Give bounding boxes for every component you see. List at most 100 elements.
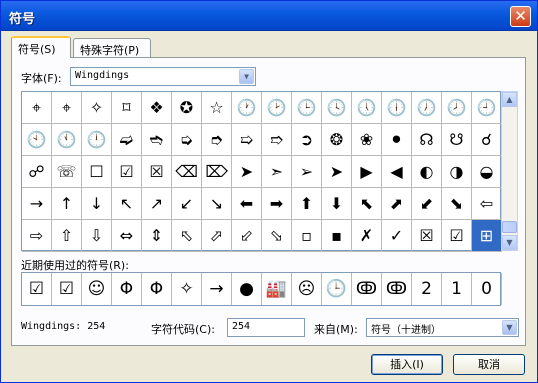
symbol-cell[interactable]: ➤ [322,156,352,188]
symbol-cell[interactable]: 🕒 [292,92,322,124]
recent-symbol-cell[interactable]: ☑ [52,273,82,305]
symbol-cell[interactable]: ➲ [292,124,322,156]
recent-symbol-cell[interactable]: ↂ [382,273,412,305]
symbol-cell[interactable]: ➱ [262,124,292,156]
symbol-grid[interactable]: ⌖ ⌖ ✧ ⌑ ❖ ✪ ☆ 🕐 🕑 🕒 🕓 🕔 🕕 🕖 🕗 🕘 🕙 🕚 🕛 ➫ ➬ ➭ ➮ ➯ ➱ ➲ ❂ ❀ ⚫ ☊ ☋ ☌ ☍ ☏ ☐ ☑ ☒ ⌫ ⌦ ➤… [21,91,502,252]
symbol-cell[interactable]: ➯ [232,124,262,156]
recent-symbol-cell[interactable]: → [202,273,232,305]
scroll-down-icon[interactable]: ▼ [502,235,517,250]
symbol-cell[interactable]: ☒ [142,156,172,188]
recent-symbol-cell[interactable]: 1 [442,273,472,305]
symbol-cell[interactable]: → [22,188,52,220]
symbol-cell[interactable]: 🕔 [352,92,382,124]
symbol-cell[interactable]: ⌖ [52,92,82,124]
symbol-cell[interactable]: ↖ [112,188,142,220]
symbol-cell[interactable]: 🕕 [382,92,412,124]
recent-symbol-cell[interactable]: 🏭 [262,273,292,305]
vertical-scrollbar[interactable]: ▲ ▼ [501,91,518,251]
symbol-cell[interactable]: ⬊ [442,188,472,220]
symbol-cell[interactable]: ⌫ [172,156,202,188]
symbol-cell[interactable]: ⇧ [52,220,82,252]
recent-symbol-cell[interactable]: Φ [112,273,142,305]
symbol-cell[interactable]: ↑ [52,188,82,220]
symbol-cell[interactable]: ☐ [82,156,112,188]
tab-special-characters[interactable]: 特殊字符(P) [73,38,151,58]
symbol-cell[interactable]: ↗ [142,188,172,220]
symbol-cell[interactable]: ☊ [412,124,442,156]
recent-symbol-cell[interactable]: Φ [142,273,172,305]
symbol-cell[interactable]: ⬋ [412,188,442,220]
symbol-cell[interactable]: ⇩ [82,220,112,252]
scroll-thumb[interactable] [502,221,517,233]
symbol-cell[interactable]: ➡ [262,188,292,220]
symbol-cell[interactable]: ⌑ [112,92,142,124]
symbol-cell[interactable]: ⬀ [202,220,232,252]
symbol-cell[interactable]: ⊞ [472,220,502,252]
symbol-cell[interactable]: ⬆ [292,188,322,220]
symbol-cell[interactable]: ⌖ [22,92,52,124]
symbol-cell[interactable]: ⬅ [232,188,262,220]
symbol-cell[interactable]: ⬃ [232,220,262,252]
symbol-cell[interactable]: ⬂ [262,220,292,252]
recent-symbol-cell[interactable]: ☑ [22,273,52,305]
symbol-cell[interactable]: ↙ [172,188,202,220]
symbol-cell[interactable]: ▶ [352,156,382,188]
cancel-button[interactable]: 取消 [453,354,525,375]
symbol-cell[interactable]: ☍ [22,156,52,188]
symbol-cell[interactable]: ➢ [292,156,322,188]
symbol-cell[interactable]: 🕓 [322,92,352,124]
recent-symbol-cell[interactable]: 2 [412,273,442,305]
symbol-cell[interactable]: ↘ [202,188,232,220]
symbol-cell[interactable]: ⬉ [352,188,382,220]
tab-symbols[interactable]: 符号(S) [11,36,71,58]
symbol-cell[interactable]: ✗ [352,220,382,252]
symbol-cell[interactable]: 🕑 [262,92,292,124]
symbol-cell[interactable]: ☒ [412,220,442,252]
chevron-down-icon[interactable]: ▼ [502,320,517,335]
symbol-cell[interactable]: ⚫ [382,124,412,156]
symbol-cell[interactable]: ↓ [82,188,112,220]
recent-symbol-cell[interactable]: ✧ [172,273,202,305]
close-button[interactable]: ✕ [510,6,531,27]
recent-symbol-cell[interactable]: ☺ [82,273,112,305]
symbol-cell[interactable]: ◒ [472,156,502,188]
symbol-cell[interactable]: ☋ [442,124,472,156]
symbol-cell[interactable]: ✪ [172,92,202,124]
symbol-cell[interactable]: ▫ [292,220,322,252]
symbol-cell[interactable]: ☑ [442,220,472,252]
symbol-cell[interactable]: 🕚 [52,124,82,156]
symbol-cell[interactable]: ▪ [322,220,352,252]
recent-symbol-cell[interactable]: ● [232,273,262,305]
symbol-cell[interactable]: ☏ [52,156,82,188]
symbol-cell[interactable]: ✧ [82,92,112,124]
from-select[interactable]: 符号（十进制） ▼ [366,318,519,337]
recent-symbol-cell[interactable]: 🕒 [322,273,352,305]
scroll-up-icon[interactable]: ▲ [502,92,517,107]
symbol-cell[interactable]: ⬇ [322,188,352,220]
symbol-cell[interactable]: ⌦ [202,156,232,188]
insert-button[interactable]: 插入(I) [371,354,443,375]
recent-symbol-cell[interactable]: ☹ [292,273,322,305]
symbol-cell[interactable]: ❀ [352,124,382,156]
chevron-down-icon[interactable]: ▼ [239,69,254,84]
symbol-cell[interactable]: 🕛 [82,124,112,156]
char-code-input[interactable]: 254 [227,318,305,337]
symbol-cell[interactable]: ⇨ [22,220,52,252]
symbol-cell[interactable]: 🕐 [232,92,262,124]
symbol-cell[interactable]: ⇦ [472,188,502,220]
recent-symbol-cell[interactable]: 0 [472,273,502,305]
symbol-cell[interactable]: ⇔ [112,220,142,252]
symbol-cell[interactable]: ➬ [142,124,172,156]
symbol-cell[interactable]: 🕙 [22,124,52,156]
symbol-cell[interactable]: ✓ [382,220,412,252]
symbol-cell[interactable]: ⬁ [172,220,202,252]
recent-symbols-grid[interactable]: ☑ ☑ ☺ Φ Φ ✧ → ● 🏭 ☹ 🕒 ↂ ↂ 2 1 0 [21,272,502,306]
symbol-cell[interactable]: ◐ [412,156,442,188]
symbol-cell[interactable]: ⇕ [142,220,172,252]
symbol-cell[interactable]: 🕗 [442,92,472,124]
symbol-cell[interactable]: ➮ [202,124,232,156]
symbol-cell[interactable]: ➣ [262,156,292,188]
symbol-cell[interactable]: ❖ [142,92,172,124]
font-select[interactable]: Wingdings ▼ [70,67,256,86]
symbol-cell[interactable]: ➤ [232,156,262,188]
